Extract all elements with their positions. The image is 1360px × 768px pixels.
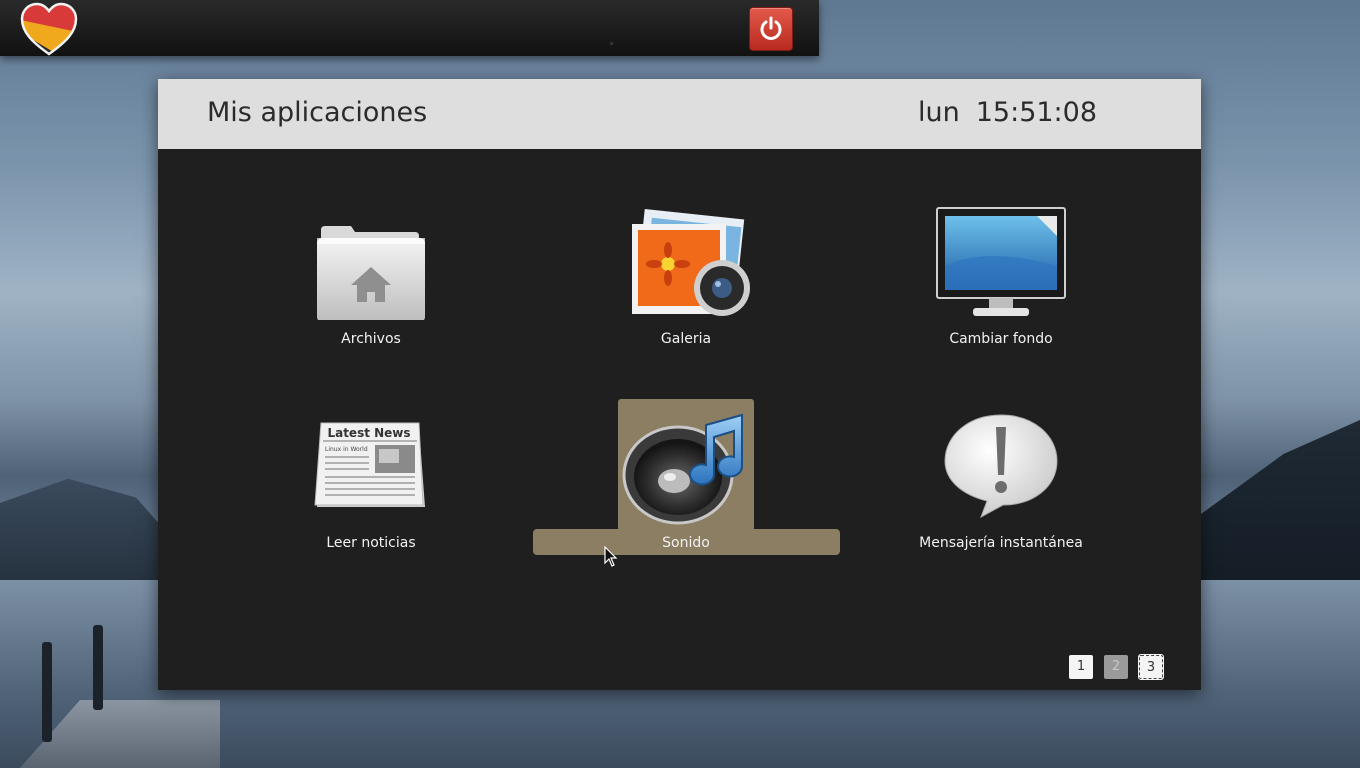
app-tile-sonido[interactable]: Sonido	[533, 409, 839, 559]
power-icon	[760, 16, 782, 40]
wallpaper-pier-post	[42, 642, 52, 742]
top-panel	[0, 0, 819, 56]
speaker-music-icon	[618, 405, 754, 535]
page-button-1[interactable]: 1	[1069, 655, 1093, 679]
app-tile-archivos[interactable]: Archivos	[218, 204, 524, 354]
app-label: Mensajería instantánea	[919, 535, 1083, 551]
folder-home-icon	[303, 210, 439, 340]
clock-time: 15:51:08	[975, 97, 1097, 128]
app-label: Leer noticias	[326, 535, 416, 551]
app-tile-cambiar-fondo[interactable]: Cambiar fondo	[848, 204, 1154, 354]
window-header: Mis aplicaciones lun 15:51:08	[158, 79, 1201, 149]
app-label: Sonido	[662, 535, 710, 551]
wallpaper-mountain-left	[0, 478, 170, 580]
wallpaper-mountain-right	[1190, 420, 1360, 590]
newspaper-icon: Latest News Linux in World	[303, 421, 439, 551]
power-button[interactable]	[749, 7, 793, 51]
app-tile-galeria[interactable]: Galeria	[533, 204, 839, 354]
applications-window: Mis aplicaciones lun 15:51:08 Archivos G…	[158, 79, 1201, 690]
app-label: Archivos	[341, 331, 401, 347]
app-label: Galeria	[660, 331, 712, 347]
app-tile-mensajeria[interactable]: Mensajería instantánea	[848, 409, 1154, 559]
clock-day: lun	[918, 97, 960, 128]
app-label: Cambiar fondo	[949, 331, 1053, 347]
panel-indicator	[610, 42, 613, 45]
app-tile-leer-noticias[interactable]: Latest News Linux in World Leer noticias	[218, 409, 524, 559]
exclamation-bubble-icon	[933, 411, 1069, 541]
monitor-wallpaper-icon	[933, 206, 1069, 336]
mouse-cursor-icon	[604, 546, 618, 567]
wallpaper-pier-post	[93, 625, 103, 710]
page-button-3[interactable]: 3	[1138, 654, 1164, 680]
photo-gallery-icon	[618, 204, 754, 334]
newspaper-subheadline: Linux in World	[325, 446, 368, 453]
newspaper-headline: Latest News	[327, 426, 410, 440]
page-title: Mis aplicaciones	[207, 97, 428, 128]
clock: lun 15:51:08	[902, 97, 1097, 128]
page-button-2[interactable]: 2	[1104, 655, 1128, 679]
heart-logo-icon[interactable]	[20, 2, 78, 56]
